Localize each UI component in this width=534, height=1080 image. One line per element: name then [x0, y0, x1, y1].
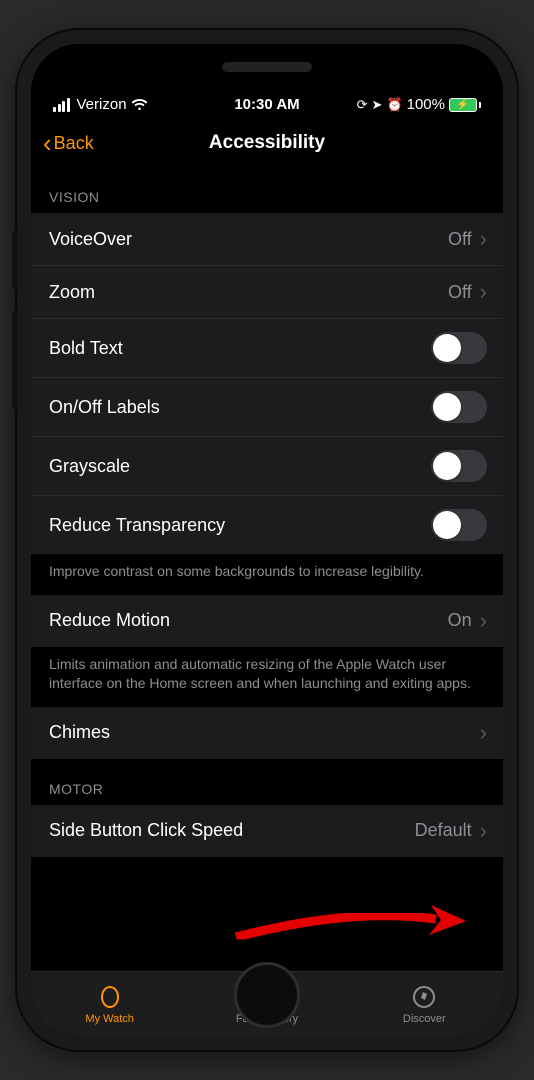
- chevron-right-icon: ›: [480, 279, 487, 305]
- row-voiceover[interactable]: VoiceOver Off ›: [31, 213, 503, 266]
- clock-label: 10:30 AM: [234, 96, 299, 113]
- row-label: Grayscale: [49, 456, 130, 477]
- carrier-label: Verizon: [77, 96, 127, 113]
- alarm-icon: ⏰: [386, 97, 402, 113]
- motor-group: Side Button Click Speed Default ›: [31, 805, 503, 857]
- page-title: Accessibility: [209, 132, 325, 154]
- row-label: Side Button Click Speed: [49, 820, 243, 841]
- row-onoff-labels[interactable]: On/Off Labels: [31, 378, 503, 437]
- chevron-right-icon: ›: [480, 226, 487, 252]
- row-reduce-transparency[interactable]: Reduce Transparency: [31, 496, 503, 554]
- tab-discover[interactable]: Discover: [346, 972, 503, 1036]
- chevron-right-icon: ›: [480, 818, 487, 844]
- toggle-grayscale[interactable]: [431, 450, 487, 482]
- annotation-arrow-icon: [231, 897, 471, 947]
- chimes-group: Chimes ›: [31, 707, 503, 759]
- cellular-signal-icon: [53, 98, 70, 112]
- battery-icon: [449, 98, 481, 112]
- section-header-motor: MOTOR: [31, 759, 503, 805]
- section-header-vision: VISION: [31, 167, 503, 213]
- row-chimes[interactable]: Chimes ›: [31, 707, 503, 759]
- motion-group: Reduce Motion On ›: [31, 595, 503, 647]
- tab-my-watch[interactable]: My Watch: [31, 972, 188, 1036]
- row-label: Reduce Transparency: [49, 515, 225, 536]
- row-value: On: [448, 610, 472, 631]
- row-label: VoiceOver: [49, 229, 132, 250]
- footer-transparency: Improve contrast on some backgrounds to …: [31, 554, 503, 595]
- row-label: Chimes: [49, 722, 110, 743]
- row-reduce-motion[interactable]: Reduce Motion On ›: [31, 595, 503, 647]
- toggle-onoff-labels[interactable]: [431, 391, 487, 423]
- tab-label: My Watch: [85, 1013, 134, 1025]
- location-icon: ➤: [372, 97, 383, 113]
- screen: Verizon 10:30 AM ⟳ ➤ ⏰ 100% ‹ Back Acces…: [31, 44, 503, 1036]
- row-bold-text[interactable]: Bold Text: [31, 319, 503, 378]
- row-side-button-speed[interactable]: Side Button Click Speed Default ›: [31, 805, 503, 857]
- earpiece: [222, 62, 312, 72]
- row-label: Zoom: [49, 282, 95, 303]
- row-label: Reduce Motion: [49, 610, 170, 631]
- back-button[interactable]: ‹ Back: [43, 130, 94, 156]
- row-label: On/Off Labels: [49, 397, 160, 418]
- row-zoom[interactable]: Zoom Off ›: [31, 266, 503, 319]
- compass-icon: [411, 984, 437, 1010]
- navigation-bar: ‹ Back Accessibility: [31, 119, 503, 167]
- wifi-icon: [131, 98, 148, 111]
- toggle-reduce-transparency[interactable]: [431, 509, 487, 541]
- toggle-bold-text[interactable]: [431, 332, 487, 364]
- row-label: Bold Text: [49, 338, 123, 359]
- home-button[interactable]: [234, 962, 300, 1028]
- battery-percent-label: 100%: [407, 96, 445, 113]
- tab-label: Discover: [403, 1013, 446, 1025]
- row-value: Off: [448, 229, 472, 250]
- row-grayscale[interactable]: Grayscale: [31, 437, 503, 496]
- phone-frame: Verizon 10:30 AM ⟳ ➤ ⏰ 100% ‹ Back Acces…: [17, 30, 517, 1050]
- orientation-lock-icon: ⟳: [357, 97, 368, 113]
- row-value: Default: [415, 820, 472, 841]
- watch-icon: [97, 984, 123, 1010]
- vision-group: VoiceOver Off › Zoom Off › Bold Text On/Of…: [31, 213, 503, 554]
- footer-motion: Limits animation and automatic resizing …: [31, 647, 503, 707]
- chevron-right-icon: ›: [480, 608, 487, 634]
- status-bar: Verizon 10:30 AM ⟳ ➤ ⏰ 100%: [31, 44, 503, 119]
- chevron-left-icon: ‹: [43, 130, 52, 156]
- chevron-right-icon: ›: [480, 720, 487, 746]
- settings-list[interactable]: VISION VoiceOver Off › Zoom Off › Bold Tex…: [31, 167, 503, 971]
- back-label: Back: [54, 133, 94, 154]
- row-value: Off: [448, 282, 472, 303]
